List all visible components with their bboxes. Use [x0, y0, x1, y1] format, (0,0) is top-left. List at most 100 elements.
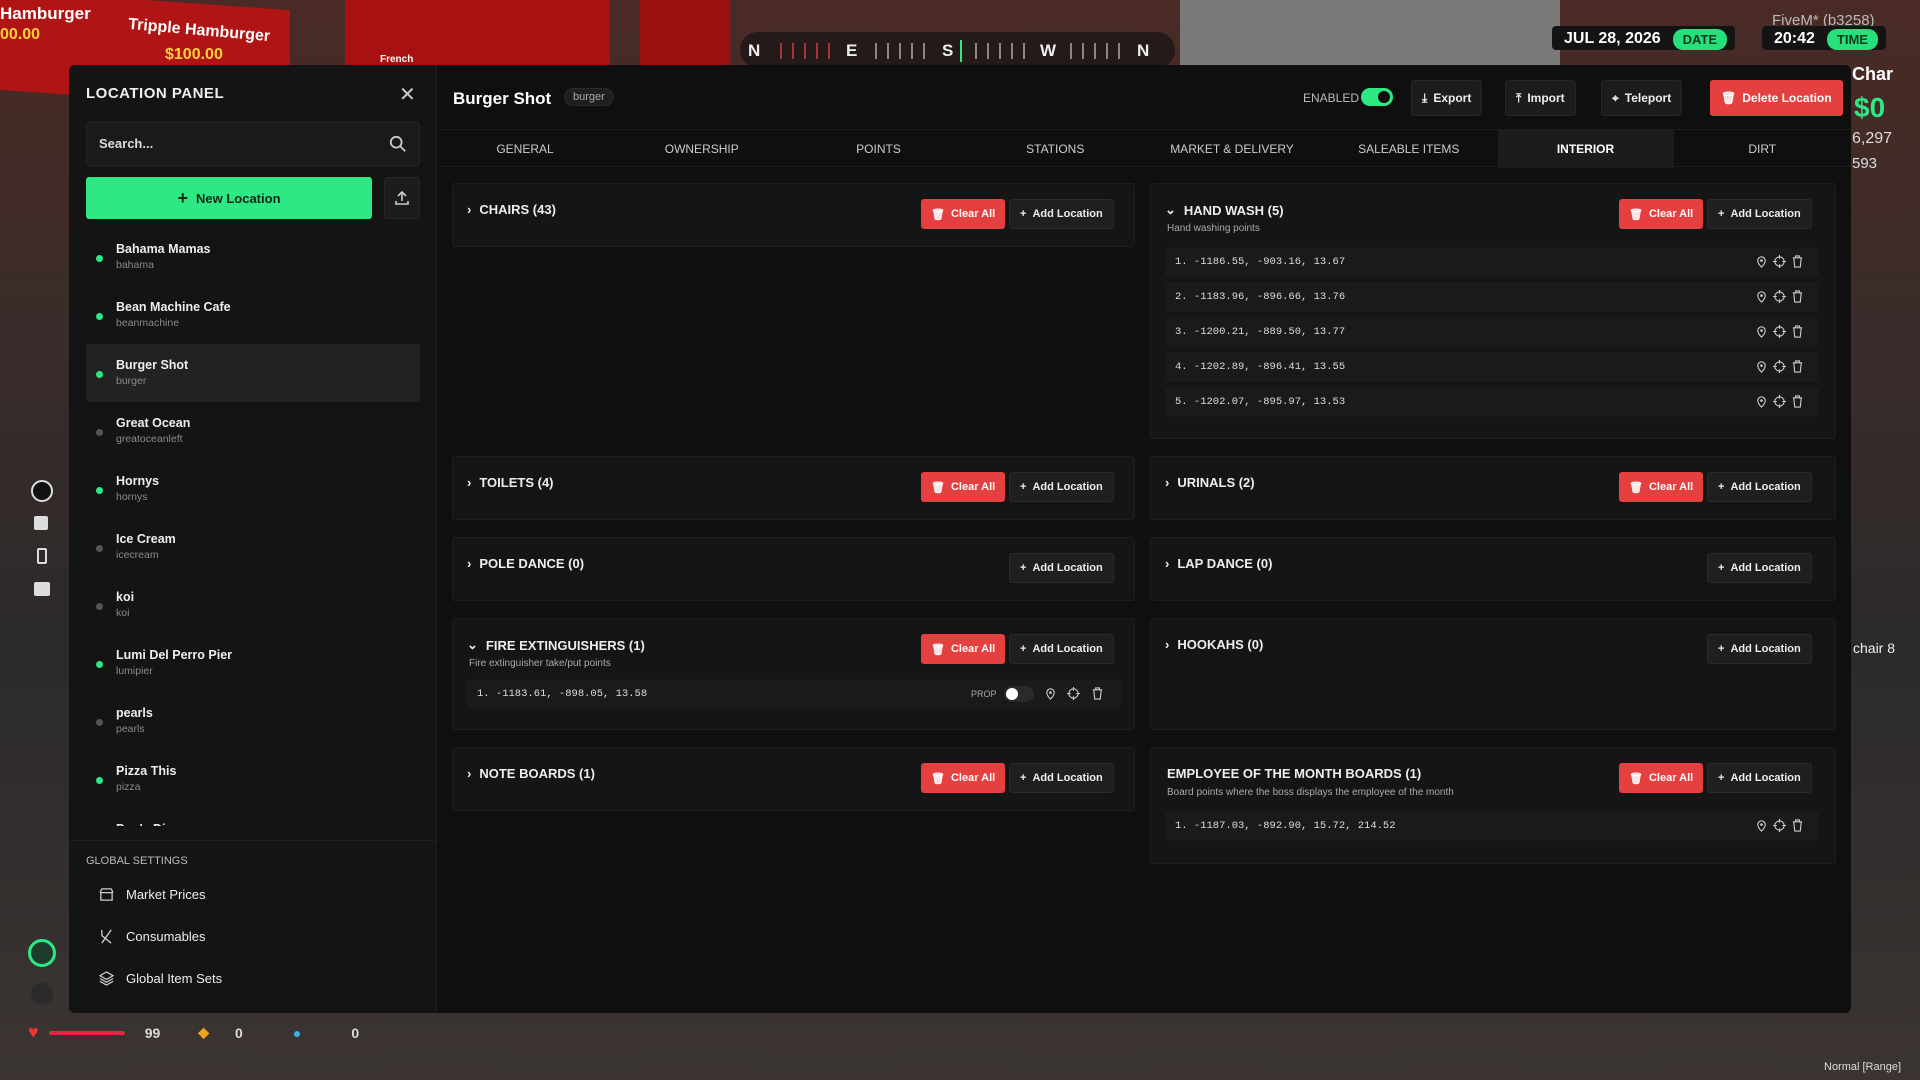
add-location-button[interactable]: + Add Location [1009, 553, 1114, 583]
radio-icon [31, 480, 53, 502]
trash-icon[interactable] [1791, 290, 1804, 303]
point-coords: 1. -1187.03, -892.90, 15.72, 214.52 [1175, 820, 1396, 832]
map-pin-icon[interactable] [1755, 360, 1768, 373]
clear-all-button[interactable]: 🗑 Clear All [1619, 472, 1704, 502]
map-pin-icon[interactable] [1755, 255, 1768, 268]
fire-extinguishers-header[interactable]: ⌄ FIRE EXTINGUISHERS (1) [467, 637, 645, 653]
tab-interior[interactable]: INTERIOR [1497, 130, 1674, 168]
crosshair-icon[interactable] [1067, 687, 1080, 700]
clear-all-button[interactable]: 🗑 Clear All [1619, 199, 1704, 229]
market-prices-item[interactable]: Market Prices [69, 873, 437, 915]
delete-location-button[interactable]: 🗑 Delete Location [1710, 80, 1843, 116]
location-slug: koi [116, 607, 130, 619]
trash-icon[interactable] [1791, 255, 1804, 268]
crosshair-icon[interactable] [1773, 360, 1786, 373]
crosshair-icon[interactable] [1773, 290, 1786, 303]
note-boards-header[interactable]: › NOTE BOARDS (1) [467, 766, 595, 781]
location-item[interactable]: Ice Cream icecream [86, 518, 420, 576]
add-location-button[interactable]: + Add Location [1009, 634, 1114, 664]
tab-ownership[interactable]: OWNERSHIP [614, 130, 790, 168]
map-pin-icon[interactable] [1044, 687, 1057, 700]
map-pin-icon[interactable] [1755, 290, 1768, 303]
location-item[interactable]: koi koi [86, 576, 420, 634]
tab-dirt[interactable]: DIRT [1674, 130, 1850, 168]
note-boards-card: › NOTE BOARDS (1) 🗑 Clear All + Add Locatio… [452, 747, 1135, 811]
import-button[interactable]: ⤒ Import [1505, 80, 1576, 116]
add-location-label: Add Location [1032, 481, 1103, 493]
location-item[interactable]: Great Ocean greatoceanleft [86, 402, 420, 460]
upload-button[interactable] [384, 177, 420, 219]
location-name: Burger Shot [116, 358, 189, 372]
trash-icon[interactable] [1791, 360, 1804, 373]
add-location-label: Add Location [1730, 562, 1801, 574]
consumables-item[interactable]: Consumables [69, 915, 437, 957]
clear-all-button[interactable]: 🗑 Clear All [1619, 763, 1704, 793]
toilets-header[interactable]: › TOILETS (4) [467, 475, 554, 490]
map-pin-icon[interactable] [1755, 395, 1768, 408]
crosshair-icon[interactable] [1773, 819, 1786, 832]
download-icon: ⤓ [1422, 90, 1428, 105]
teleport-button[interactable]: ⌖ Teleport [1601, 80, 1683, 116]
close-icon[interactable]: ✕ [399, 82, 416, 107]
tab-general[interactable]: GENERAL [437, 130, 613, 168]
compass-bar: N E S W N [740, 32, 1175, 68]
eotm-desc: Board points where the boss displays the… [1167, 787, 1454, 798]
status-dot [96, 255, 103, 262]
location-slug: icecream [116, 549, 159, 561]
add-location-button[interactable]: + Add Location [1009, 199, 1114, 229]
new-location-button[interactable]: + New Location [86, 177, 372, 219]
map-pin-icon[interactable] [1755, 325, 1768, 338]
location-item[interactable]: Burger Shot burger [86, 344, 420, 402]
location-item[interactable]: Lumi Del Perro Pier lumipier [86, 634, 420, 692]
location-item[interactable]: Pop's Dinner [86, 808, 420, 826]
plus-icon: + [1718, 481, 1725, 493]
eotm-header[interactable]: EMPLOYEE OF THE MONTH BOARDS (1) [1167, 766, 1421, 781]
location-item[interactable]: Bahama Mamas bahama [86, 228, 420, 286]
pole-dance-header[interactable]: › POLE DANCE (0) [467, 556, 584, 571]
tab-stations[interactable]: STATIONS [967, 130, 1143, 168]
add-location-button[interactable]: + Add Location [1707, 634, 1812, 664]
global-item-sets-item[interactable]: Global Item Sets [69, 957, 437, 999]
location-item[interactable]: pearls pearls [86, 692, 420, 750]
clear-all-button[interactable]: 🗑 Clear All [921, 199, 1006, 229]
search-input[interactable] [99, 136, 379, 151]
add-location-button[interactable]: + Add Location [1707, 199, 1812, 229]
location-item[interactable]: Pizza This pizza [86, 750, 420, 808]
location-slug: greatoceanleft [116, 433, 183, 445]
chairs-header[interactable]: › CHAIRS (43) [467, 202, 556, 217]
enabled-toggle[interactable] [1361, 88, 1393, 106]
add-location-button[interactable]: + Add Location [1009, 472, 1114, 502]
tab-saleable-items[interactable]: SALEABLE ITEMS [1321, 130, 1497, 168]
sidebar: LOCATION PANEL ✕ + New Location Bahama M… [69, 65, 437, 1013]
hookahs-header[interactable]: › HOOKAHS (0) [1165, 637, 1263, 652]
location-item[interactable]: Bean Machine Cafe beanmachine [86, 286, 420, 344]
tab-points[interactable]: POINTS [791, 130, 967, 168]
trash-icon[interactable] [1791, 325, 1804, 338]
point-row: 5. -1202.07, -895.97, 13.53 [1165, 387, 1819, 417]
clear-all-button[interactable]: 🗑 Clear All [921, 763, 1006, 793]
clear-all-button[interactable]: 🗑 Clear All [921, 634, 1006, 664]
trash-icon[interactable] [1791, 395, 1804, 408]
search-icon[interactable] [389, 135, 407, 153]
add-location-button[interactable]: + Add Location [1009, 763, 1114, 793]
crosshair-icon[interactable] [1773, 325, 1786, 338]
add-location-button[interactable]: + Add Location [1707, 763, 1812, 793]
crosshair-icon[interactable] [1773, 395, 1786, 408]
location-item[interactable]: Hornys hornys [86, 460, 420, 518]
add-location-button[interactable]: + Add Location [1707, 553, 1812, 583]
crosshair-icon[interactable] [1773, 255, 1786, 268]
hand-wash-header[interactable]: ⌄ HAND WASH (5) [1165, 202, 1284, 218]
add-location-button[interactable]: + Add Location [1707, 472, 1812, 502]
lap-dance-header[interactable]: › LAP DANCE (0) [1165, 556, 1272, 571]
clear-all-button[interactable]: 🗑 Clear All [921, 472, 1006, 502]
map-pin-icon: ⌖ [1612, 90, 1619, 105]
map-pin-icon[interactable] [1755, 819, 1768, 832]
tab-market-delivery[interactable]: MARKET & DELIVERY [1144, 130, 1320, 168]
search-box [86, 122, 420, 166]
point-coords: 4. -1202.89, -896.41, 13.55 [1175, 361, 1346, 373]
trash-icon[interactable] [1091, 687, 1104, 700]
urinals-header[interactable]: › URINALS (2) [1165, 475, 1255, 490]
export-button[interactable]: ⤓ Export [1411, 80, 1483, 116]
trash-icon[interactable] [1791, 819, 1804, 832]
prop-toggle[interactable] [1004, 686, 1034, 702]
